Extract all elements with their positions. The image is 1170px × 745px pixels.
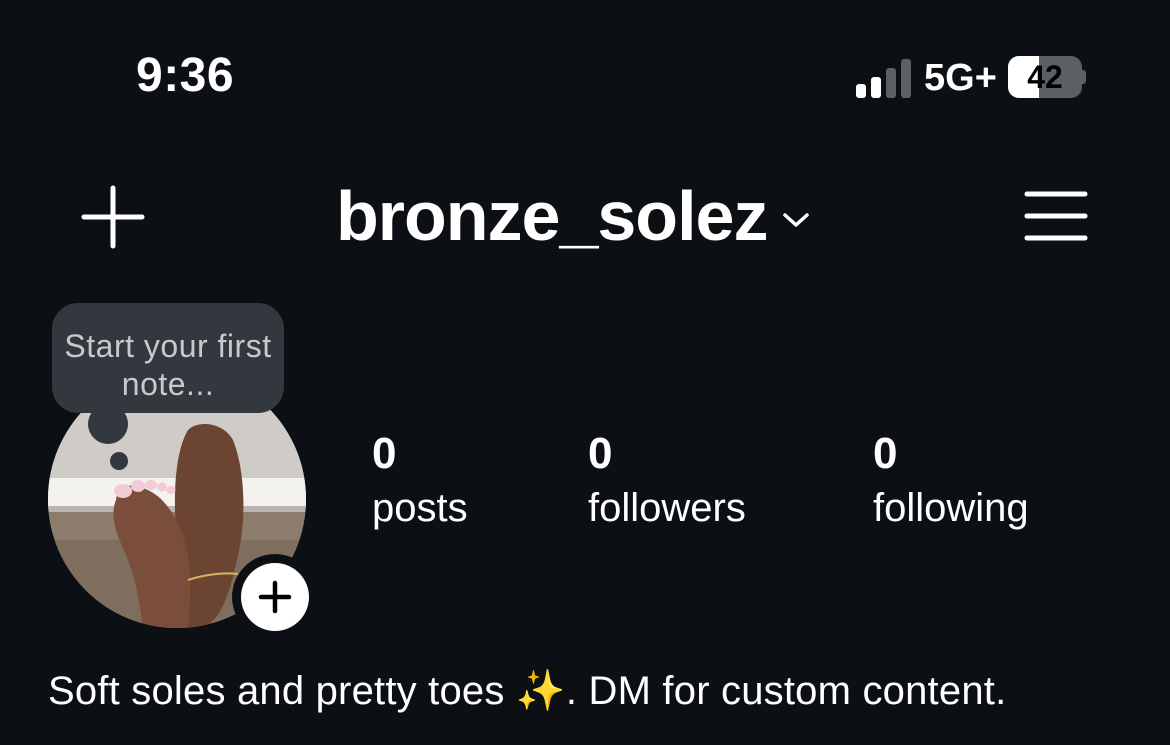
chevron-down-icon [783,213,810,227]
signal-bar [901,59,911,98]
signal-bar [856,84,866,98]
hamburger-menu-icon [1024,191,1088,241]
network-type: 5G+ [924,57,997,99]
plus-icon [81,185,145,249]
plus-icon [258,580,292,614]
followers-label: followers [588,486,746,530]
profile-username: bronze_solez [336,177,768,255]
posts-label: posts [372,486,468,530]
status-time: 9:36 [136,49,235,102]
following-count: 0 [873,429,898,478]
battery-level: 42 [1027,59,1063,95]
posts-count: 0 [372,429,397,478]
stat-followers[interactable]: 0 followers [588,428,746,534]
stat-posts[interactable]: 0 posts [372,428,468,534]
note-bubble-tail [110,452,128,470]
note-bubble[interactable]: Start your first note... [52,303,284,413]
menu-button[interactable] [1024,188,1088,244]
followers-count: 0 [588,429,613,478]
stat-following[interactable]: 0 following [873,428,1029,534]
signal-strength-icon [856,59,911,98]
new-post-button[interactable] [80,184,146,250]
signal-bar [886,68,896,98]
battery-icon: 42 [1008,56,1086,98]
add-story-button[interactable] [232,554,318,640]
account-switcher[interactable]: bronze_solez [336,176,811,256]
profile-bio: Soft soles and pretty toes ✨. DM for cus… [48,669,1007,713]
note-prompt: Start your first note... [64,328,272,402]
following-label: following [873,486,1029,530]
signal-bar [871,77,881,98]
